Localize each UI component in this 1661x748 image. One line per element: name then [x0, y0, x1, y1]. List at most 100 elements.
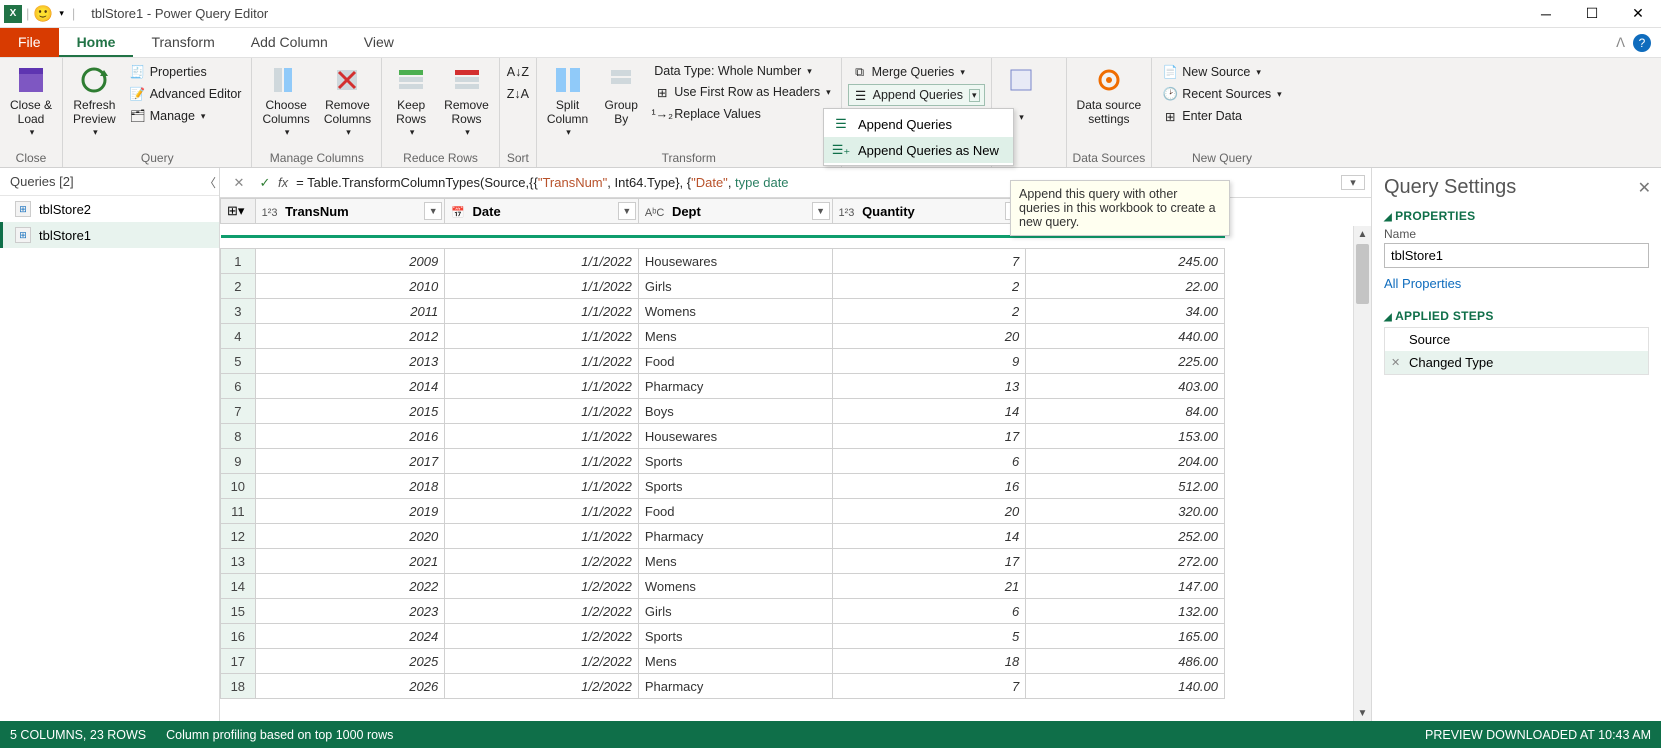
cell-transnum[interactable]: 2021: [255, 549, 445, 574]
row-number[interactable]: 18: [221, 674, 256, 699]
minimize-button[interactable]: ─: [1523, 0, 1569, 28]
row-number[interactable]: 12: [221, 524, 256, 549]
cell-dept[interactable]: Food: [638, 349, 832, 374]
refresh-preview-button[interactable]: Refresh Preview▾: [69, 62, 120, 140]
row-number[interactable]: 8: [221, 424, 256, 449]
cell-date[interactable]: 1/2/2022: [445, 649, 639, 674]
properties-button[interactable]: 🧾Properties: [126, 62, 246, 82]
row-number[interactable]: 3: [221, 299, 256, 324]
merge-queries-button[interactable]: ⧉Merge Queries▾: [848, 62, 985, 82]
queries-pane-collapse[interactable]: 〈: [200, 172, 220, 193]
table-row[interactable]: 420121/1/2022Mens20440.00: [221, 324, 1225, 349]
tab-add-column[interactable]: Add Column: [233, 28, 346, 57]
cell-dept[interactable]: Food: [638, 499, 832, 524]
cell-quantity[interactable]: 18: [832, 649, 1026, 674]
cell-dept[interactable]: Girls: [638, 274, 832, 299]
data-source-settings-button[interactable]: Data source settings: [1073, 62, 1146, 129]
enter-data-button[interactable]: ⊞Enter Data: [1158, 106, 1285, 126]
manage-button[interactable]: 🗂Manage▾: [126, 106, 246, 126]
cell-transnum[interactable]: 2013: [255, 349, 445, 374]
cell-quantity[interactable]: 7: [832, 674, 1026, 699]
cell-date[interactable]: 1/1/2022: [445, 524, 639, 549]
cell-quantity[interactable]: 21: [832, 574, 1026, 599]
cell-salesamount[interactable]: 22.00: [1026, 274, 1225, 299]
cell-date[interactable]: 1/1/2022: [445, 299, 639, 324]
table-row[interactable]: 320111/1/2022Womens234.00: [221, 299, 1225, 324]
cell-dept[interactable]: Mens: [638, 549, 832, 574]
cell-dept[interactable]: Mens: [638, 649, 832, 674]
row-number[interactable]: 17: [221, 649, 256, 674]
row-number[interactable]: 4: [221, 324, 256, 349]
append-queries-button[interactable]: ☰Append Queries▾: [848, 84, 985, 106]
sort-desc-button[interactable]: Z↓A: [506, 84, 530, 104]
cell-dept[interactable]: Pharmacy: [638, 524, 832, 549]
table-row[interactable]: 1720251/2/2022Mens18486.00: [221, 649, 1225, 674]
menu-append-queries-as-new[interactable]: ☰₊Append Queries as New: [824, 137, 1013, 163]
vertical-scrollbar[interactable]: ▲ ▼: [1353, 226, 1371, 721]
cell-quantity[interactable]: 9: [832, 349, 1026, 374]
cell-quantity[interactable]: 7: [832, 249, 1026, 274]
cell-transnum[interactable]: 2011: [255, 299, 445, 324]
formula-expand-button[interactable]: ▾: [1341, 175, 1365, 190]
cell-date[interactable]: 1/1/2022: [445, 274, 639, 299]
cell-dept[interactable]: Girls: [638, 599, 832, 624]
table-row[interactable]: 120091/1/2022Housewares7245.00: [221, 249, 1225, 274]
cell-salesamount[interactable]: 34.00: [1026, 299, 1225, 324]
tab-transform[interactable]: Transform: [133, 28, 232, 57]
cell-date[interactable]: 1/1/2022: [445, 499, 639, 524]
cell-salesamount[interactable]: 512.00: [1026, 474, 1225, 499]
applied-step-source[interactable]: Source: [1385, 328, 1648, 351]
cell-salesamount[interactable]: 245.00: [1026, 249, 1225, 274]
cell-quantity[interactable]: 13: [832, 374, 1026, 399]
group-by-button[interactable]: Group By: [598, 62, 644, 129]
cell-date[interactable]: 1/1/2022: [445, 449, 639, 474]
cell-transnum[interactable]: 2010: [255, 274, 445, 299]
applied-step-changed-type[interactable]: ✕Changed Type: [1385, 351, 1648, 374]
cell-transnum[interactable]: 2024: [255, 624, 445, 649]
select-all-cell[interactable]: ⊞▾: [221, 199, 256, 224]
cell-date[interactable]: 1/1/2022: [445, 324, 639, 349]
table-row[interactable]: 920171/1/2022Sports6204.00: [221, 449, 1225, 474]
cell-quantity[interactable]: 17: [832, 424, 1026, 449]
filter-icon[interactable]: ▼: [812, 202, 830, 220]
choose-columns-button[interactable]: Choose Columns▾: [258, 62, 313, 140]
row-number[interactable]: 11: [221, 499, 256, 524]
scroll-down-icon[interactable]: ▼: [1354, 705, 1371, 721]
cell-quantity[interactable]: 6: [832, 449, 1026, 474]
tab-file[interactable]: File: [0, 28, 59, 57]
cell-transnum[interactable]: 2009: [255, 249, 445, 274]
cell-dept[interactable]: Housewares: [638, 249, 832, 274]
settings-close-icon[interactable]: ✕: [1638, 178, 1651, 198]
cell-salesamount[interactable]: 204.00: [1026, 449, 1225, 474]
column-header-Date[interactable]: 📅 Date▼: [445, 199, 639, 224]
row-number[interactable]: 10: [221, 474, 256, 499]
ribbon-collapse-icon[interactable]: ᐱ: [1616, 35, 1625, 51]
formula-commit-icon[interactable]: ✓: [252, 172, 278, 194]
row-number[interactable]: 1: [221, 249, 256, 274]
all-properties-link[interactable]: All Properties: [1384, 276, 1461, 291]
table-row[interactable]: 1620241/2/2022Sports5165.00: [221, 624, 1225, 649]
cell-salesamount[interactable]: 140.00: [1026, 674, 1225, 699]
help-icon[interactable]: ?: [1633, 34, 1651, 52]
table-row[interactable]: 1020181/1/2022Sports16512.00: [221, 474, 1225, 499]
cell-quantity[interactable]: 17: [832, 549, 1026, 574]
query-name-input[interactable]: [1384, 243, 1649, 268]
table-row[interactable]: 820161/1/2022Housewares17153.00: [221, 424, 1225, 449]
query-item-tblStore2[interactable]: ⊞tblStore2: [0, 196, 219, 222]
qat-dropdown[interactable]: ▾: [57, 8, 64, 19]
cell-date[interactable]: 1/1/2022: [445, 424, 639, 449]
cell-date[interactable]: 1/1/2022: [445, 249, 639, 274]
row-number[interactable]: 5: [221, 349, 256, 374]
cell-transnum[interactable]: 2016: [255, 424, 445, 449]
cell-salesamount[interactable]: 153.00: [1026, 424, 1225, 449]
cell-quantity[interactable]: 16: [832, 474, 1026, 499]
cell-salesamount[interactable]: 225.00: [1026, 349, 1225, 374]
row-number[interactable]: 15: [221, 599, 256, 624]
properties-section-header[interactable]: PROPERTIES: [1384, 209, 1649, 223]
cell-salesamount[interactable]: 403.00: [1026, 374, 1225, 399]
tab-view[interactable]: View: [346, 28, 412, 57]
cell-salesamount[interactable]: 486.00: [1026, 649, 1225, 674]
split-column-button[interactable]: Split Column▾: [543, 62, 592, 140]
cell-date[interactable]: 1/1/2022: [445, 474, 639, 499]
table-row[interactable]: 1820261/2/2022Pharmacy7140.00: [221, 674, 1225, 699]
